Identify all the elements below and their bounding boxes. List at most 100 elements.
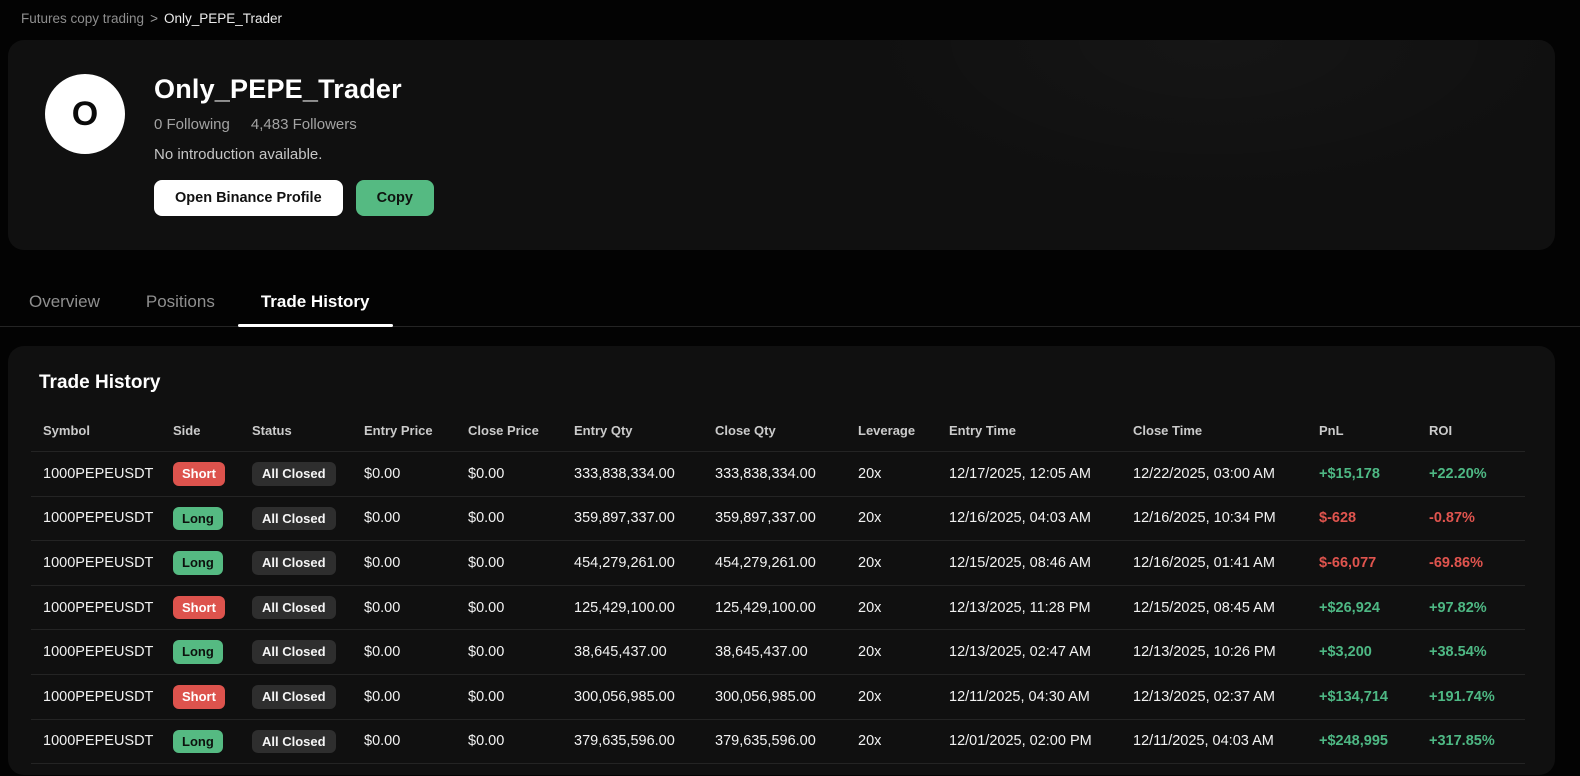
- status-badge: All Closed: [252, 506, 336, 531]
- cell-symbol: 1000PEPEUSDT: [31, 495, 173, 541]
- cell-entry-time: 12/11/2025, 04:30 AM: [949, 673, 1133, 720]
- cell-pnl: +$134,714: [1319, 673, 1429, 720]
- cell-close-price: $0.00: [468, 629, 574, 675]
- cell-close-price: $0.00: [468, 673, 574, 720]
- cell-entry-time: 12/13/2025, 02:47 AM: [949, 629, 1133, 675]
- cell-entry-time: 12/01/2025, 02:00 PM: [949, 718, 1133, 765]
- table-header-row: Symbol Side Status Entry Price Close Price En…: [31, 410, 1525, 452]
- trade-history-card: Trade History Symbol Side Status Entry Pric…: [8, 346, 1555, 775]
- cell-close-price: $0.00: [468, 540, 574, 586]
- side-badge: Short: [173, 684, 225, 709]
- cell-symbol: 1000PEPEUSDT: [31, 629, 173, 675]
- cell-side: Long: [173, 629, 252, 675]
- cell-leverage: 20x: [858, 495, 949, 541]
- cell-entry-qty: 454,279,261.00: [574, 540, 715, 586]
- cell-entry-price: $0.00: [364, 451, 468, 497]
- cell-close-time: 12/16/2025, 01:41 AM: [1133, 540, 1319, 586]
- table-row: 1000PEPEUSDT Long All Closed $0.00 $0.00 379,…: [31, 718, 1525, 765]
- cell-close-time: 12/13/2025, 10:26 PM: [1133, 629, 1319, 675]
- column-header-entry-price: Entry Price: [364, 423, 433, 438]
- status-badge: All Closed: [252, 684, 336, 709]
- cell-symbol: 1000PEPEUSDT: [31, 673, 173, 720]
- cell-leverage: 20x: [858, 584, 949, 630]
- side-badge: Short: [173, 462, 225, 486]
- cell-entry-time: 12/17/2025, 12:05 AM: [949, 451, 1133, 497]
- breadcrumb-separator: >: [150, 11, 158, 26]
- cell-status: All Closed: [252, 718, 364, 765]
- cell-roi: +191.74%: [1429, 673, 1525, 720]
- column-header-pnl: PnL: [1319, 423, 1344, 438]
- cell-close-qty: 454,279,261.00: [715, 540, 858, 586]
- cell-roi: +317.85%: [1429, 718, 1525, 765]
- cell-roi: +97.82%: [1429, 584, 1525, 630]
- cell-entry-price: $0.00: [364, 673, 468, 720]
- column-header-symbol: Symbol: [43, 423, 90, 438]
- trade-history-table: Symbol Side Status Entry Price Close Price En…: [31, 410, 1525, 765]
- cell-close-time: 12/16/2025, 10:34 PM: [1133, 495, 1319, 541]
- cell-entry-qty: 38,645,437.00: [574, 629, 715, 675]
- cell-pnl: $-66,077: [1319, 540, 1429, 586]
- cell-leverage: 20x: [858, 673, 949, 720]
- breadcrumb-parent-link[interactable]: Futures copy trading: [21, 11, 144, 26]
- status-badge: All Closed: [252, 551, 336, 575]
- status-badge: All Closed: [252, 729, 336, 754]
- cell-close-price: $0.00: [468, 451, 574, 497]
- cell-close-price: $0.00: [468, 584, 574, 630]
- cell-entry-qty: 125,429,100.00: [574, 584, 715, 630]
- cell-leverage: 20x: [858, 718, 949, 765]
- cell-side: Long: [173, 495, 252, 541]
- trader-profile-card: O Only_PEPE_Trader 0 Following 4,483 Fol…: [8, 40, 1555, 250]
- table-row: 1000PEPEUSDT Long All Closed $0.00 $0.00 38,6…: [31, 629, 1525, 675]
- column-header-close-qty: Close Qty: [715, 423, 776, 438]
- cell-side: Short: [173, 673, 252, 720]
- column-header-close-price: Close Price: [468, 423, 539, 438]
- cell-pnl: +$26,924: [1319, 584, 1429, 630]
- cell-close-qty: 300,056,985.00: [715, 673, 858, 720]
- tab-trade-history[interactable]: Trade History: [237, 280, 393, 327]
- cell-close-time: 12/22/2025, 03:00 AM: [1133, 451, 1319, 497]
- side-badge: Long: [173, 640, 223, 664]
- breadcrumb: Futures copy trading > Only_PEPE_Trader: [0, 0, 1580, 36]
- profile-stats: 0 Following 4,483 Followers: [154, 116, 434, 133]
- cell-roi: -0.87%: [1429, 495, 1525, 541]
- side-badge: Long: [173, 729, 223, 754]
- open-binance-profile-button[interactable]: Open Binance Profile: [154, 180, 343, 216]
- cell-entry-qty: 379,635,596.00: [574, 718, 715, 765]
- table-row: 1000PEPEUSDT Long All Closed $0.00 $0.00 359,…: [31, 495, 1525, 541]
- cell-close-qty: 125,429,100.00: [715, 584, 858, 630]
- cell-status: All Closed: [252, 495, 364, 541]
- cell-pnl: +$248,995: [1319, 718, 1429, 765]
- cell-status: All Closed: [252, 451, 364, 497]
- side-badge: Long: [173, 506, 223, 531]
- column-header-leverage: Leverage: [858, 423, 916, 438]
- table-body: 1000PEPEUSDT Short All Closed $0.00 $0.00 333…: [31, 451, 1525, 765]
- cell-close-price: $0.00: [468, 718, 574, 765]
- column-header-close-time: Close Time: [1133, 423, 1203, 438]
- status-badge: All Closed: [252, 640, 336, 664]
- cell-entry-qty: 333,838,334.00: [574, 451, 715, 497]
- side-badge: Long: [173, 551, 223, 575]
- status-badge: All Closed: [252, 462, 336, 486]
- column-header-entry-time: Entry Time: [949, 423, 1016, 438]
- cell-entry-qty: 300,056,985.00: [574, 673, 715, 720]
- column-header-entry-qty: Entry Qty: [574, 423, 633, 438]
- trader-name: Only_PEPE_Trader: [154, 74, 402, 104]
- cell-entry-price: $0.00: [364, 495, 468, 541]
- cell-side: Long: [173, 718, 252, 765]
- cell-entry-price: $0.00: [364, 540, 468, 586]
- tab-overview[interactable]: Overview: [6, 280, 123, 326]
- cell-symbol: 1000PEPEUSDT: [31, 584, 173, 630]
- cell-symbol: 1000PEPEUSDT: [31, 451, 173, 497]
- following-count: 0 Following: [154, 116, 230, 133]
- profile-introduction: No introduction available.: [154, 146, 323, 163]
- cell-entry-price: $0.00: [364, 584, 468, 630]
- profile-info: Only_PEPE_Trader 0 Following 4,483 Follo…: [154, 74, 434, 216]
- tab-positions[interactable]: Positions: [123, 280, 238, 326]
- cell-entry-price: $0.00: [364, 718, 468, 765]
- column-header-roi: ROI: [1429, 423, 1453, 438]
- cell-entry-time: 12/16/2025, 04:03 AM: [949, 495, 1133, 541]
- cell-status: All Closed: [252, 629, 364, 675]
- copy-button[interactable]: Copy: [355, 180, 434, 216]
- cell-side: Short: [173, 584, 252, 630]
- table-row: 1000PEPEUSDT Short All Closed $0.00 $0.00 125…: [31, 584, 1525, 630]
